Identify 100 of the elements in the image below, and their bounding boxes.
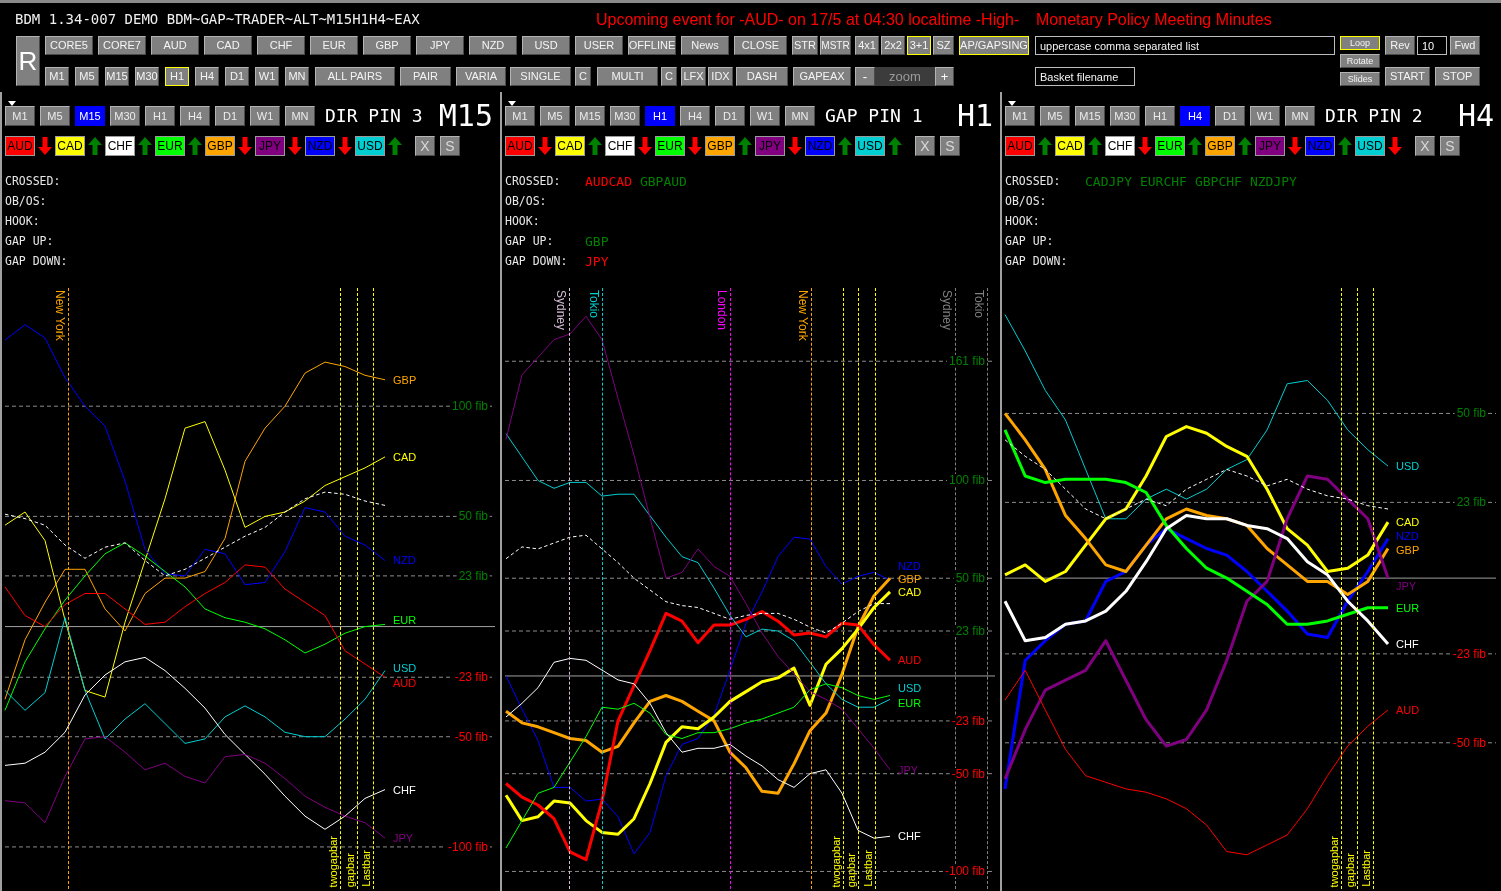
timeframe-tab[interactable]: MN — [785, 106, 815, 126]
timeframe-tab[interactable]: M1 — [1005, 106, 1035, 126]
zoom-in-button[interactable]: + — [935, 67, 954, 86]
timeframe-tab[interactable]: M5 — [40, 106, 70, 126]
stop-button[interactable]: STOP — [1435, 67, 1480, 86]
timeframe-tab[interactable]: MN — [1285, 106, 1315, 126]
timeframe-tab[interactable]: M5 — [540, 106, 570, 126]
timeframe-tab[interactable]: D1 — [1215, 106, 1245, 126]
toolbar-button[interactable]: News — [681, 36, 729, 55]
currency-button[interactable]: JPY — [255, 136, 285, 156]
basket-field[interactable]: Basket filename — [1035, 67, 1135, 86]
currency-button[interactable]: NZD — [305, 136, 335, 156]
toolbar-button[interactable]: LFX — [681, 67, 706, 86]
toolbar-button[interactable]: 2x2 — [881, 36, 905, 55]
currency-button[interactable]: CHF — [105, 136, 135, 156]
slide-mode-button[interactable]: Rotate — [1340, 54, 1380, 68]
rev-button[interactable]: Rev — [1385, 36, 1415, 55]
panel-action-button[interactable]: X — [415, 136, 435, 156]
toolbar-button[interactable]: DASH — [736, 67, 788, 86]
currency-button[interactable]: USD — [1355, 136, 1385, 156]
timeframe-tab[interactable]: M15 — [1075, 106, 1105, 126]
toolbar-button[interactable]: 3+1 — [907, 36, 931, 55]
timeframe-tab[interactable]: H4 — [1180, 106, 1210, 126]
currency-button[interactable]: USD — [355, 136, 385, 156]
timeframe-tab[interactable]: D1 — [715, 106, 745, 126]
currency-button[interactable]: CHF — [1105, 136, 1135, 156]
timeframe-tab[interactable]: M30 — [610, 106, 640, 126]
currency-button[interactable]: CHF — [605, 136, 635, 156]
toolbar-button[interactable]: PAIR — [400, 67, 451, 86]
timeframe-tab[interactable]: M15 — [575, 106, 605, 126]
timeframe-tab[interactable]: M1 — [505, 106, 535, 126]
toolbar-button[interactable]: CORE5 — [45, 36, 93, 55]
reset-button[interactable]: R — [16, 36, 40, 86]
timeframe-tab[interactable]: W1 — [250, 106, 280, 126]
toolbar-button[interactable]: IDX — [708, 67, 733, 86]
toolbar-button[interactable]: CHF — [257, 36, 305, 55]
panel-action-button[interactable]: S — [440, 136, 460, 156]
toolbar-button[interactable]: AP/GAPSING — [959, 36, 1029, 55]
timeframe-tab[interactable]: M5 — [1040, 106, 1070, 126]
toolbar-button[interactable]: NZD — [469, 36, 517, 55]
toolbar-button[interactable]: JPY — [416, 36, 464, 55]
currency-button[interactable]: AUD — [1005, 136, 1035, 156]
slide-mode-button[interactable]: Slides — [1340, 72, 1380, 86]
toolbar-button[interactable]: C — [575, 67, 591, 86]
toolbar-button[interactable]: VARIA — [456, 67, 506, 86]
currency-button[interactable]: AUD — [5, 136, 35, 156]
toolbar-button[interactable]: SZ — [933, 36, 954, 55]
currency-button[interactable]: NZD — [805, 136, 835, 156]
toolbar-button[interactable]: 4x1 — [855, 36, 879, 55]
timeframe-tab[interactable]: MN — [285, 106, 315, 126]
currency-button[interactable]: JPY — [755, 136, 785, 156]
toolbar-button[interactable]: OFFLINE — [628, 36, 676, 55]
timeframe-tab[interactable]: M30 — [110, 106, 140, 126]
toolbar-button[interactable]: M15 — [105, 67, 129, 86]
slide-mode-button[interactable]: Loop — [1340, 36, 1380, 50]
toolbar-button[interactable]: M1 — [45, 67, 69, 86]
panel-action-button[interactable]: S — [940, 136, 960, 156]
timeframe-tab[interactable]: H1 — [1145, 106, 1175, 126]
timeframe-tab[interactable]: H4 — [680, 106, 710, 126]
timeframe-tab[interactable]: H1 — [645, 106, 675, 126]
timeframe-tab[interactable]: M30 — [1110, 106, 1140, 126]
toolbar-button[interactable]: SINGLE — [510, 67, 571, 86]
currency-button[interactable]: GBP — [1205, 136, 1235, 156]
toolbar-button[interactable]: GAPEAX — [793, 67, 851, 86]
toolbar-button[interactable]: AUD — [151, 36, 199, 55]
timeframe-tab[interactable]: W1 — [1250, 106, 1280, 126]
fwd-button[interactable]: Fwd — [1450, 36, 1480, 55]
timeframe-tab[interactable]: D1 — [215, 106, 245, 126]
currency-button[interactable]: GBP — [705, 136, 735, 156]
toolbar-button[interactable]: CLOSE — [734, 36, 787, 55]
currency-button[interactable]: EUR — [655, 136, 685, 156]
toolbar-button[interactable]: MULTI — [597, 67, 658, 86]
timeframe-tab[interactable]: W1 — [750, 106, 780, 126]
currency-button[interactable]: CAD — [55, 136, 85, 156]
timeframe-tab[interactable]: M1 — [5, 106, 35, 126]
toolbar-button[interactable]: CORE7 — [98, 36, 146, 55]
currency-button[interactable]: EUR — [155, 136, 185, 156]
currency-button[interactable]: EUR — [1155, 136, 1185, 156]
toolbar-button[interactable]: STR — [792, 36, 818, 55]
toolbar-button[interactable]: H4 — [195, 67, 219, 86]
toolbar-button[interactable]: EUR — [310, 36, 358, 55]
toolbar-button[interactable]: H1 — [165, 67, 189, 86]
zoom-out-button[interactable]: - — [855, 67, 875, 86]
toolbar-button[interactable]: GBP — [363, 36, 411, 55]
timeframe-tab[interactable]: H1 — [145, 106, 175, 126]
toolbar-button[interactable]: M30 — [135, 67, 159, 86]
currency-button[interactable]: CAD — [555, 136, 585, 156]
currency-button[interactable]: GBP — [205, 136, 235, 156]
currency-button[interactable]: CAD — [1055, 136, 1085, 156]
start-button[interactable]: START — [1385, 67, 1430, 86]
toolbar-button[interactable]: CAD — [204, 36, 252, 55]
panel-action-button[interactable]: X — [915, 136, 935, 156]
toolbar-button[interactable]: USD — [522, 36, 570, 55]
toolbar-button[interactable]: D1 — [225, 67, 249, 86]
timeframe-tab[interactable]: H4 — [180, 106, 210, 126]
toolbar-button[interactable]: C — [661, 67, 677, 86]
currency-button[interactable]: USD — [855, 136, 885, 156]
toolbar-button[interactable]: M5 — [75, 67, 99, 86]
panel-action-button[interactable]: X — [1415, 136, 1435, 156]
zoom-field[interactable]: zoom — [875, 67, 935, 86]
